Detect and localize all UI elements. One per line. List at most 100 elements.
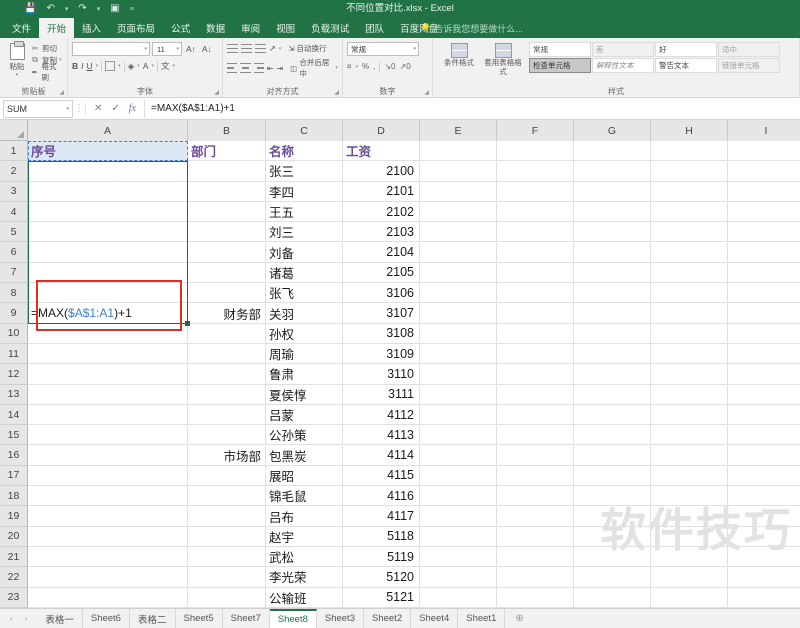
column-header-E[interactable]: E — [420, 120, 497, 141]
cell-A12[interactable] — [28, 364, 188, 385]
name-cell-row-18[interactable]: 锦毛鼠 — [266, 486, 343, 507]
cell-B23[interactable] — [188, 587, 266, 608]
row-header-10[interactable]: 10 — [0, 323, 28, 344]
name-cell-row-15[interactable]: 公孙策 — [266, 425, 343, 446]
align-middle-icon[interactable] — [241, 43, 252, 54]
cell-A18[interactable] — [28, 486, 188, 507]
cell-B3[interactable] — [188, 181, 266, 202]
cell-I13[interactable] — [728, 385, 800, 405]
cell-E20[interactable] — [420, 526, 497, 547]
cell-F11[interactable] — [497, 344, 574, 365]
cell-E8[interactable] — [420, 283, 497, 304]
salary-cell-row-4[interactable]: 2102 — [343, 201, 420, 223]
cell-A7[interactable] — [28, 262, 188, 284]
salary-cell-row-13[interactable]: 3111 — [343, 384, 420, 405]
fill-color-icon[interactable]: ◈ — [128, 61, 135, 72]
cell-H7[interactable] — [651, 262, 728, 284]
header-cell-C[interactable]: 名称 — [266, 141, 343, 162]
cell-E14[interactable] — [420, 404, 497, 426]
row-header-11[interactable]: 11 — [0, 343, 28, 365]
align-right-icon[interactable] — [253, 63, 264, 73]
cell-style-2[interactable]: 好 — [655, 42, 717, 57]
sheet-tabs[interactable]: 表格一 Sheet6 表格二 Sheet5 Sheet7 Sheet8 Sheet3 Shee… — [37, 609, 506, 628]
salary-cell-row-6[interactable]: 2104 — [343, 242, 420, 263]
cell-H17[interactable] — [651, 465, 728, 487]
ribbon-tab-0[interactable]: 文件 — [4, 18, 39, 38]
cell-G17[interactable] — [574, 465, 651, 487]
cell-F19[interactable] — [497, 506, 574, 527]
cell-I10[interactable] — [728, 324, 800, 344]
sheet-tab-6[interactable]: Sheet3 — [316, 609, 364, 628]
add-sheet-button[interactable]: ⊕ — [505, 609, 533, 628]
cell-G7[interactable] — [574, 262, 651, 284]
salary-cell-row-17[interactable]: 4115 — [343, 465, 420, 487]
sheet-tab-7[interactable]: Sheet2 — [364, 609, 412, 628]
cell-I12[interactable] — [728, 364, 800, 385]
editing-cell-A9[interactable]: =MAX($A$1:A1)+1 — [28, 303, 188, 324]
cell-style-7[interactable]: 链接单元格 — [718, 58, 780, 73]
cell-style-3[interactable]: 适中 — [718, 42, 780, 57]
salary-cell-row-23[interactable]: 5121 — [343, 587, 420, 608]
salary-cell-row-3[interactable]: 2101 — [343, 181, 420, 202]
tell-me-box[interactable]: 💡 告诉我您想要做什么... — [410, 18, 523, 38]
header-cell-B[interactable]: 部门 — [188, 141, 266, 162]
cell-I1[interactable] — [728, 141, 800, 162]
cell-G11[interactable] — [574, 344, 651, 365]
row-header-23[interactable]: 23 — [0, 587, 28, 608]
cell-F16[interactable] — [497, 445, 574, 466]
cell-I15[interactable] — [728, 425, 800, 446]
sheet-tab-5[interactable]: Sheet8 — [269, 609, 317, 628]
cell-F21[interactable] — [497, 547, 574, 568]
ribbon-tab-7[interactable]: 视图 — [268, 18, 303, 38]
cell-G1[interactable] — [574, 141, 651, 162]
ribbon-tab-9[interactable]: 团队 — [357, 18, 392, 38]
align-top-icon[interactable] — [227, 43, 238, 54]
row-header-13[interactable]: 13 — [0, 384, 28, 405]
font-name-input[interactable]: ▾ — [72, 42, 150, 56]
cell-I21[interactable] — [728, 547, 800, 568]
name-cell-row-8[interactable]: 张飞 — [266, 283, 343, 304]
cell-E23[interactable] — [420, 587, 497, 608]
cell-B6[interactable] — [188, 242, 266, 263]
cell-style-4[interactable]: 检查单元格 — [529, 58, 591, 73]
cell-E7[interactable] — [420, 262, 497, 284]
department-cell-row-9[interactable]: 财务部 — [188, 303, 266, 324]
cell-E22[interactable] — [420, 567, 497, 588]
column-header-C[interactable]: C — [266, 120, 343, 141]
cell-F4[interactable] — [497, 201, 574, 223]
comma-style-button[interactable]: , — [373, 62, 375, 71]
row-header-6[interactable]: 6 — [0, 242, 28, 263]
salary-cell-row-15[interactable]: 4113 — [343, 425, 420, 446]
cell-H15[interactable] — [651, 425, 728, 446]
ribbon-tab-1[interactable]: 开始 — [39, 18, 75, 38]
cell-E3[interactable] — [420, 181, 497, 202]
name-cell-row-7[interactable]: 诸葛 — [266, 262, 343, 284]
sheet-tab-3[interactable]: Sheet5 — [175, 609, 223, 628]
cell-A2[interactable] — [28, 161, 188, 182]
row-header-12[interactable]: 12 — [0, 364, 28, 385]
cell-A23[interactable] — [28, 587, 188, 608]
cell-B7[interactable] — [188, 262, 266, 284]
salary-cell-row-21[interactable]: 5119 — [343, 547, 420, 568]
name-cell-row-13[interactable]: 夏侯惇 — [266, 384, 343, 405]
cell-F6[interactable] — [497, 242, 574, 263]
font-dialog-launcher[interactable]: ◢ — [214, 89, 219, 96]
row-header-4[interactable]: 4 — [0, 201, 28, 223]
cell-H11[interactable] — [651, 344, 728, 365]
cell-A6[interactable] — [28, 242, 188, 263]
row-header-17[interactable]: 17 — [0, 465, 28, 487]
insert-function-icon[interactable]: fx — [129, 103, 136, 114]
cell-I4[interactable] — [728, 202, 800, 223]
cell-A5[interactable] — [28, 222, 188, 243]
alignment-dialog-launcher[interactable]: ◢ — [334, 89, 339, 96]
header-cell-A[interactable]: 序号 — [28, 141, 188, 162]
cell-B17[interactable] — [188, 465, 266, 487]
name-cell-row-9[interactable]: 关羽 — [266, 303, 343, 324]
column-header-D[interactable]: D — [343, 120, 420, 141]
orientation-icon[interactable]: ↗ — [269, 44, 276, 53]
salary-cell-row-11[interactable]: 3109 — [343, 344, 420, 365]
align-left-icon[interactable] — [227, 63, 238, 73]
cell-G16[interactable] — [574, 445, 651, 466]
cell-I14[interactable] — [728, 405, 800, 426]
cell-E1[interactable] — [420, 141, 497, 162]
